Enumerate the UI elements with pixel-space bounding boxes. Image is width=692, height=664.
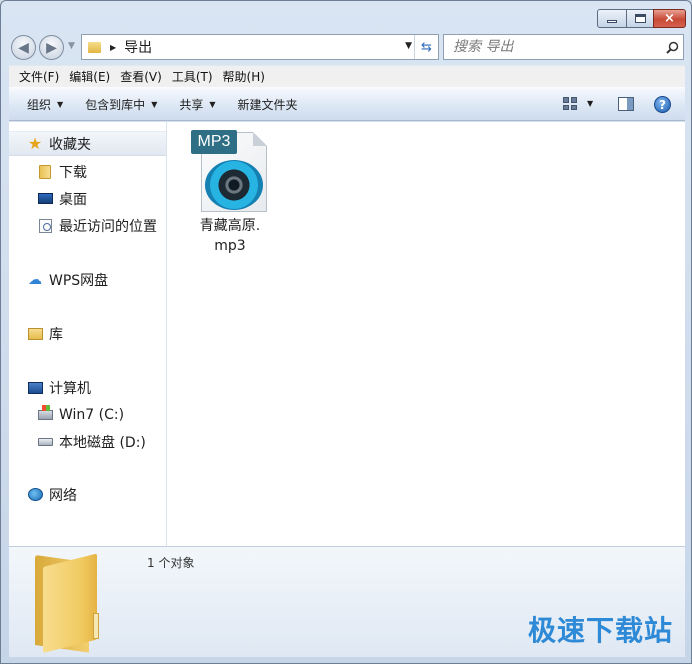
maximize-icon [634,14,646,23]
cloud-icon: ☁ [28,271,42,288]
minimize-button[interactable] [597,9,627,28]
chevron-down-icon: ▼ [57,99,64,109]
navigation-pane: ★ 收藏夹 下载 桌面 最近访问的位置 ☁ WPS网盘 库 计算机 Win7 (… [9,122,167,546]
sidebar-item-computer[interactable]: 计算机 [9,375,166,400]
explorer-window: × ◀ ▶ ▼ ▶ 导出 ▼ ⇆ 文件(F) 编辑(E) 查看(V) 工具(T)… [0,0,692,664]
share-button[interactable]: 共享 ▼ [168,96,226,113]
new-folder-button[interactable]: 新建文件夹 [227,96,309,113]
close-button[interactable]: × [653,9,686,28]
navigation-row: ◀ ▶ ▼ ▶ 导出 ▼ ⇆ [9,33,684,61]
arrow-right-icon: ▶ [46,39,57,56]
share-label: 共享 [179,97,204,112]
sidebar-item-desktop[interactable]: 桌面 [9,186,166,211]
sidebar-item-label: WPS网盘 [49,272,109,289]
network-icon [27,487,43,503]
sidebar-item-libraries[interactable]: 库 [9,321,166,346]
minimize-icon [607,20,617,23]
menu-tools[interactable]: 工具(T) [167,68,218,85]
file-name-line2: mp3 [214,238,246,254]
library-icon [27,326,43,342]
close-icon: × [664,11,675,26]
maximize-button[interactable] [626,9,654,28]
watermark-logo: 极速下载站 [527,614,673,647]
sidebar-item-label: 桌面 [59,191,87,208]
include-library-button[interactable]: 包含到库中 ▼ [74,96,168,113]
file-item[interactable]: MP3 青藏高原. mp3 [182,130,278,256]
recent-places-icon [37,218,53,234]
file-name: 青藏高原. mp3 [182,216,278,256]
computer-icon [27,380,43,396]
sidebar-item-drive-d[interactable]: 本地磁盘 (D:) [9,429,166,454]
search-box [443,34,684,60]
menu-file[interactable]: 文件(F) [14,68,64,85]
caption-buttons: × [597,9,686,28]
sidebar-item-label: 计算机 [49,380,91,397]
sidebar-item-drive-c[interactable]: Win7 (C:) [9,402,166,427]
folder-icon [37,164,53,180]
recent-pages-dropdown[interactable]: ▼ [68,41,75,51]
sidebar-item-label: 下载 [59,164,87,181]
sidebar-item-label: Win7 (C:) [59,406,125,423]
main-area: ★ 收藏夹 下载 桌面 最近访问的位置 ☁ WPS网盘 库 计算机 Win7 (… [9,122,685,546]
sidebar-item-network[interactable]: 网络 [9,482,166,507]
refresh-icon: ⇆ [421,39,432,55]
folder-icon [35,553,125,653]
search-input[interactable] [444,39,661,55]
menu-view[interactable]: 查看(V) [115,68,167,85]
item-count: 1 个对象 [147,556,195,570]
sidebar-item-wps[interactable]: ☁ WPS网盘 [9,267,166,292]
mp3-tag: MP3 [191,130,237,154]
command-bar: 组织 ▼ 包含到库中 ▼ 共享 ▼ 新建文件夹 ▼ ? [9,87,685,121]
mp3-file-icon: MP3 [191,130,269,212]
refresh-button[interactable]: ⇆ [414,35,438,59]
preview-pane-icon[interactable] [618,97,634,111]
include-library-label: 包含到库中 [85,97,146,112]
folder-icon [88,41,101,53]
sidebar-item-label: 网络 [49,487,77,504]
help-icon[interactable]: ? [654,96,671,113]
organize-label: 组织 [27,97,52,112]
arrow-left-icon: ◀ [18,39,29,56]
sidebar-item-recent[interactable]: 最近访问的位置 [9,213,166,238]
menu-help[interactable]: 帮助(H) [218,68,270,85]
views-icon [563,97,577,110]
file-name-line1: 青藏高原. [199,218,261,234]
menu-edit[interactable]: 编辑(E) [64,68,115,85]
breadcrumb-separator-icon[interactable]: ▶ [110,43,116,52]
forward-button[interactable]: ▶ [39,35,64,60]
details-pane: 1 个对象 极速下载站 [9,546,685,657]
search-icon[interactable] [661,41,683,54]
sidebar-item-downloads[interactable]: 下载 [9,159,166,184]
back-button[interactable]: ◀ [11,35,36,60]
sidebar-item-favorites[interactable]: ★ 收藏夹 [9,131,166,156]
hard-drive-icon [37,434,53,450]
chevron-down-icon: ▼ [151,99,158,109]
star-icon: ★ [27,134,43,153]
sidebar-item-label: 库 [49,326,63,343]
breadcrumb-current[interactable]: 导出 [124,37,152,57]
desktop-icon [37,191,53,207]
change-view-button[interactable]: ▼ [563,97,593,110]
sidebar-item-label: 收藏夹 [49,136,91,153]
file-list: MP3 青藏高原. mp3 [168,122,685,546]
organize-button[interactable]: 组织 ▼ [16,96,74,113]
sidebar-item-label: 本地磁盘 (D:) [59,434,146,451]
disc-icon [205,160,263,210]
address-bar[interactable]: ▶ 导出 ▼ ⇆ [81,34,439,60]
sidebar-item-label: 最近访问的位置 [59,218,157,235]
address-dropdown-icon[interactable]: ▼ [405,41,412,51]
chevron-down-icon[interactable]: ▼ [587,99,593,108]
chevron-down-icon: ▼ [209,99,216,109]
new-folder-label: 新建文件夹 [237,97,298,112]
menu-bar: 文件(F) 编辑(E) 查看(V) 工具(T) 帮助(H) [9,65,685,87]
system-drive-icon [37,404,53,423]
